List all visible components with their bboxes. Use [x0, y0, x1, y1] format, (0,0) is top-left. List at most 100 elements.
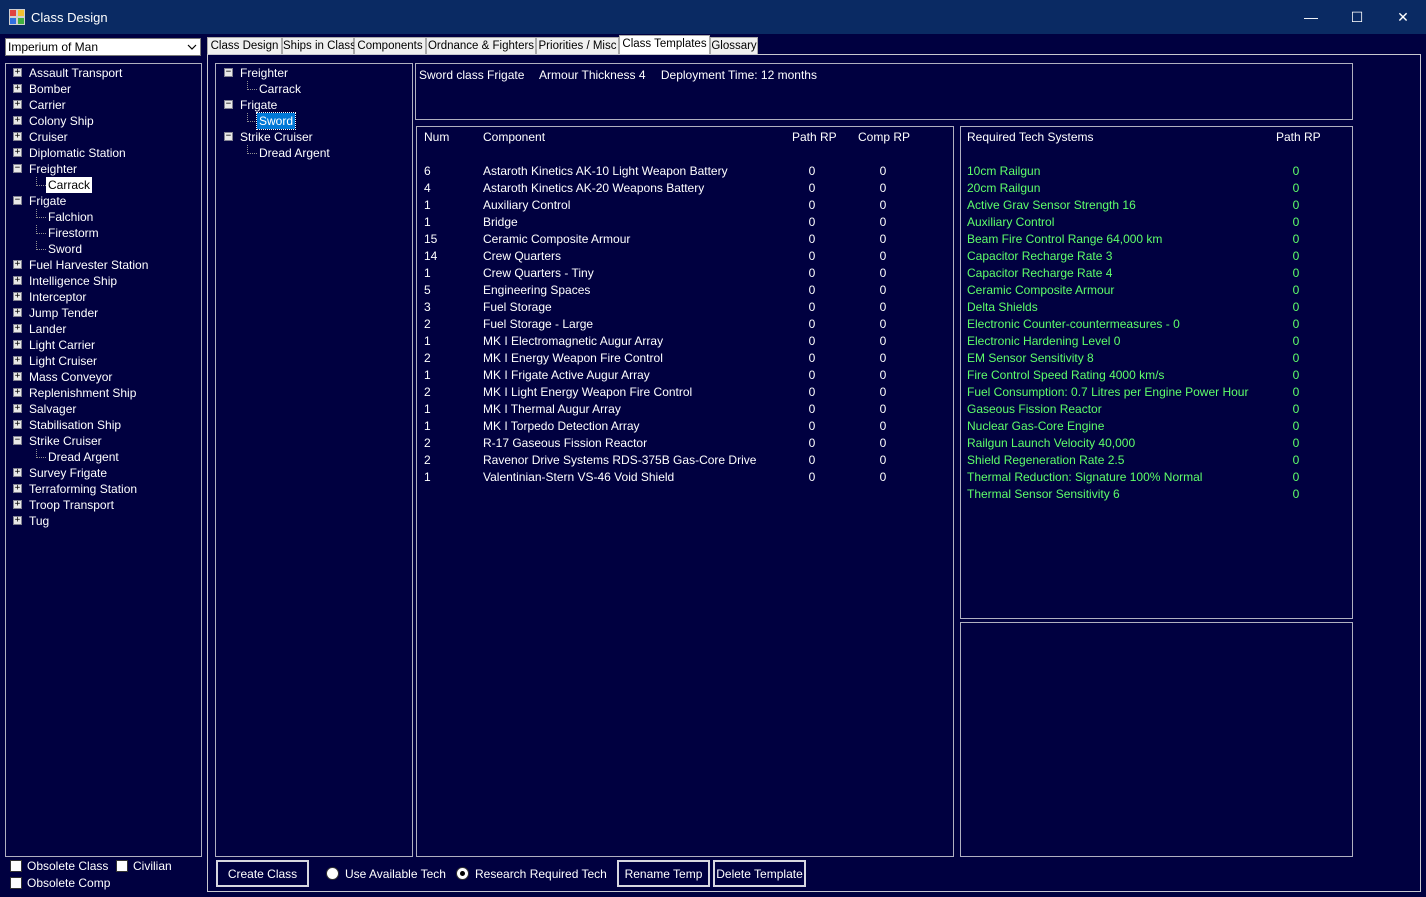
table-row[interactable]: 5 Engineering Spaces 0 0: [417, 283, 947, 299]
tree-node[interactable]: + Bomber: [6, 81, 196, 97]
table-row[interactable]: 1 Crew Quarters - Tiny 0 0: [417, 266, 947, 282]
tree-node[interactable]: + Survey Frigate: [6, 465, 196, 481]
table-row[interactable]: 2 Fuel Storage - Large 0 0: [417, 317, 947, 333]
table-row[interactable]: 1 MK I Frigate Active Augur Array 0 0: [417, 368, 947, 384]
obsolete-class-checkbox[interactable]: [10, 860, 22, 872]
expand-icon[interactable]: +: [13, 68, 22, 77]
path-rp-column-header[interactable]: Path RP: [792, 130, 837, 144]
expand-icon[interactable]: +: [13, 388, 22, 397]
table-row[interactable]: Thermal Sensor Sensitivity 6 0: [961, 487, 1346, 503]
table-row[interactable]: 2 MK I Light Energy Weapon Fire Control 0 0: [417, 385, 947, 401]
table-row[interactable]: 4 Astaroth Kinetics AK-20 Weapons Battery…: [417, 181, 947, 197]
tree-node[interactable]: + Light Carrier: [6, 337, 196, 353]
collapse-icon[interactable]: −: [13, 436, 22, 445]
tree-node[interactable]: + Mass Conveyor: [6, 369, 196, 385]
rename-temp-button[interactable]: Rename Temp: [617, 860, 710, 887]
table-row[interactable]: Beam Fire Control Range 64,000 km 0: [961, 232, 1346, 248]
components-list[interactable]: Num Component Path RP Comp RP 6 Astaroth …: [416, 126, 954, 857]
expand-icon[interactable]: +: [13, 308, 22, 317]
template-tree[interactable]: − Freighter Carrack − Frigate Sword − Strike Cr…: [215, 63, 413, 857]
expand-icon[interactable]: +: [13, 132, 22, 141]
tree-node[interactable]: + Tug: [6, 513, 196, 529]
tab-priorities-misc[interactable]: Priorities / Misc: [536, 37, 619, 55]
tree-node[interactable]: + Lander: [6, 321, 196, 337]
table-row[interactable]: 1 Bridge 0 0: [417, 215, 947, 231]
required-tech-column-header[interactable]: Required Tech Systems: [967, 130, 1094, 144]
expand-icon[interactable]: +: [13, 100, 22, 109]
tree-node[interactable]: + Terraforming Station: [6, 481, 196, 497]
tree-node[interactable]: + Assault Transport: [6, 65, 196, 81]
collapse-icon[interactable]: −: [224, 100, 233, 109]
expand-icon[interactable]: +: [13, 260, 22, 269]
expand-icon[interactable]: +: [13, 84, 22, 93]
table-row[interactable]: 1 MK I Electromagnetic Augur Array 0 0: [417, 334, 947, 350]
tree-child-node[interactable]: Carrack: [6, 177, 196, 193]
expand-icon[interactable]: +: [13, 276, 22, 285]
faction-select[interactable]: Imperium of Man: [5, 38, 201, 56]
table-row[interactable]: Capacitor Recharge Rate 3 0: [961, 249, 1346, 265]
delete-template-button[interactable]: Delete Template: [713, 860, 806, 887]
tree-node[interactable]: + Interceptor: [6, 289, 196, 305]
table-row[interactable]: Electronic Counter-countermeasures - 0 0: [961, 317, 1346, 333]
table-row[interactable]: Shield Regeneration Rate 2.5 0: [961, 453, 1346, 469]
table-row[interactable]: EM Sensor Sensitivity 8 0: [961, 351, 1346, 367]
tab-components[interactable]: Components: [354, 37, 426, 55]
table-row[interactable]: 1 Valentinian-Stern VS-46 Void Shield 0 0: [417, 470, 947, 486]
tree-node[interactable]: + Colony Ship: [6, 113, 196, 129]
template-child-node[interactable]: Carrack: [216, 81, 406, 97]
template-child-node[interactable]: Sword: [216, 112, 406, 130]
expand-icon[interactable]: +: [13, 324, 22, 333]
expand-icon[interactable]: +: [13, 484, 22, 493]
tab-class-templates[interactable]: Class Templates: [619, 35, 710, 55]
table-row[interactable]: Delta Shields 0: [961, 300, 1346, 316]
table-row[interactable]: 1 Auxiliary Control 0 0: [417, 198, 947, 214]
maximize-button[interactable]: ☐: [1334, 0, 1380, 34]
expand-icon[interactable]: +: [13, 420, 22, 429]
table-row[interactable]: 2 R-17 Gaseous Fission Reactor 0 0: [417, 436, 947, 452]
table-row[interactable]: Nuclear Gas-Core Engine 0: [961, 419, 1346, 435]
expand-icon[interactable]: +: [13, 356, 22, 365]
table-row[interactable]: 10cm Railgun 0: [961, 164, 1346, 180]
tree-node[interactable]: + Light Cruiser: [6, 353, 196, 369]
table-row[interactable]: 6 Astaroth Kinetics AK-10 Light Weapon Ba…: [417, 164, 947, 180]
num-column-header[interactable]: Num: [424, 130, 449, 144]
collapse-icon[interactable]: −: [13, 164, 22, 173]
minimize-button[interactable]: —: [1288, 0, 1334, 34]
tree-node[interactable]: − Frigate: [6, 193, 196, 209]
chevron-down-icon[interactable]: [183, 39, 200, 55]
tree-node[interactable]: + Cruiser: [6, 129, 196, 145]
tree-node[interactable]: + Diplomatic Station: [6, 145, 196, 161]
tab-class-design[interactable]: Class Design: [207, 37, 282, 55]
tree-node[interactable]: + Jump Tender: [6, 305, 196, 321]
research-required-tech-radio[interactable]: [456, 867, 469, 880]
table-row[interactable]: 1 MK I Torpedo Detection Array 0 0: [417, 419, 947, 435]
table-row[interactable]: Railgun Launch Velocity 40,000 0: [961, 436, 1346, 452]
tree-node[interactable]: − Freighter: [6, 161, 196, 177]
expand-icon[interactable]: +: [13, 292, 22, 301]
expand-icon[interactable]: +: [13, 516, 22, 525]
table-row[interactable]: 14 Crew Quarters 0 0: [417, 249, 947, 265]
expand-icon[interactable]: +: [13, 340, 22, 349]
collapse-icon[interactable]: −: [224, 132, 233, 141]
civilian-checkbox[interactable]: [116, 860, 128, 872]
tab-ships-in-class[interactable]: Ships in Class: [282, 37, 356, 55]
tree-child-node[interactable]: Falchion: [6, 209, 196, 225]
table-row[interactable]: Thermal Reduction: Signature 100% Normal…: [961, 470, 1346, 486]
tree-node[interactable]: + Troop Transport: [6, 497, 196, 513]
close-button[interactable]: ✕: [1380, 0, 1426, 34]
table-row[interactable]: Ceramic Composite Armour 0: [961, 283, 1346, 299]
table-row[interactable]: 1 MK I Thermal Augur Array 0 0: [417, 402, 947, 418]
table-row[interactable]: Fuel Consumption: 0.7 Litres per Engine …: [961, 385, 1346, 401]
tab-ordnance-fighters[interactable]: Ordnance & Fighters: [426, 37, 536, 55]
tree-node[interactable]: + Fuel Harvester Station: [6, 257, 196, 273]
table-row[interactable]: Capacitor Recharge Rate 4 0: [961, 266, 1346, 282]
table-row[interactable]: Electronic Hardening Level 0 0: [961, 334, 1346, 350]
template-node[interactable]: − Freighter: [216, 65, 406, 81]
tree-child-node[interactable]: Dread Argent: [6, 449, 196, 465]
table-row[interactable]: 3 Fuel Storage 0 0: [417, 300, 947, 316]
create-class-button[interactable]: Create Class: [216, 860, 309, 887]
template-node[interactable]: − Frigate: [216, 97, 406, 113]
table-row[interactable]: 15 Ceramic Composite Armour 0 0: [417, 232, 947, 248]
collapse-icon[interactable]: −: [224, 68, 233, 77]
expand-icon[interactable]: +: [13, 148, 22, 157]
